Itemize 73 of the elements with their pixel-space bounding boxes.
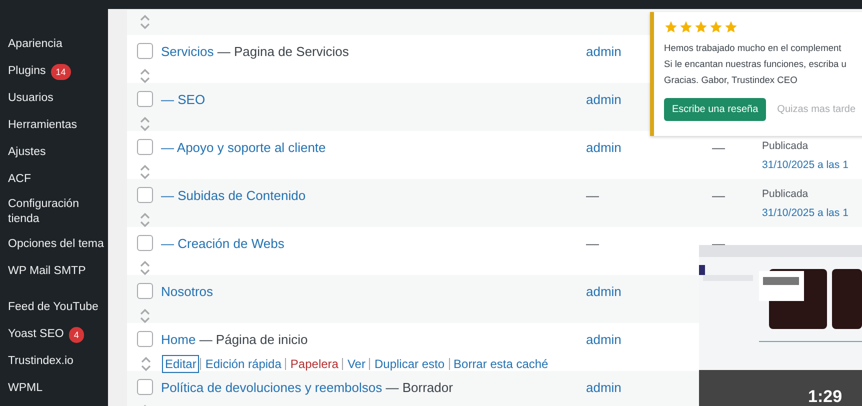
- date-text: 31/10/2025 a las 1: [762, 158, 850, 173]
- row-checkbox[interactable]: [137, 43, 153, 59]
- sort-icon[interactable]: [139, 212, 151, 228]
- status-text: Publicada: [762, 139, 810, 154]
- sidebar-item[interactable]: ACF: [0, 166, 108, 193]
- table-cell: —: [712, 140, 725, 155]
- table-cell: —: [712, 188, 725, 203]
- sidebar-item[interactable]: Yoast SEO 4: [0, 321, 108, 348]
- count-badge: 14: [50, 64, 71, 80]
- page-state: — Pagina de Servicios: [217, 44, 349, 59]
- author-cell: —: [586, 236, 599, 251]
- notice-text: Gracias. Gabor, Trustindex CEO: [664, 74, 798, 87]
- sidebar-item[interactable]: Opciones del tema: [0, 231, 108, 258]
- row-action-link[interactable]: Borrar esta caché: [452, 356, 550, 372]
- row-action-link[interactable]: Duplicar esto: [372, 356, 447, 372]
- page-title-link[interactable]: — Creación de Webs: [161, 236, 284, 251]
- sidebar-item[interactable]: Usuarios: [0, 85, 108, 112]
- row-checkbox[interactable]: [137, 187, 153, 203]
- date-text: 31/10/2025 a las 1: [762, 206, 850, 221]
- author-link[interactable]: admin: [586, 332, 622, 347]
- page-title-link[interactable]: Nosotros: [161, 284, 214, 299]
- row-checkbox[interactable]: [137, 139, 153, 155]
- table-cell: —: [712, 236, 725, 251]
- notice-text: Hemos trabajado mucho en el complement: [664, 42, 842, 55]
- row-action-link[interactable]: Edición rápida: [203, 356, 284, 372]
- author-link[interactable]: admin: [586, 44, 622, 59]
- sort-icon[interactable]: [139, 308, 151, 324]
- row-action-link[interactable]: Editar: [163, 356, 198, 372]
- page-title-link[interactable]: — SEO: [161, 92, 206, 107]
- sort-icon[interactable]: [140, 356, 152, 372]
- notice-text: Si le encantan nuestras funciones, escriba u: [664, 58, 848, 71]
- sidebar-item[interactable]: Configuración tienda: [0, 193, 78, 231]
- page-state: — Página de inicio: [199, 332, 308, 347]
- star-icon: [664, 20, 678, 34]
- page-title-link[interactable]: Home: [161, 332, 196, 347]
- page-title-link[interactable]: — Subidas de Contenido: [161, 188, 306, 203]
- sidebar-item[interactable]: WPML: [0, 375, 108, 402]
- author-cell: —: [586, 188, 599, 203]
- author-link[interactable]: admin: [586, 92, 622, 107]
- star-icon: [694, 20, 708, 34]
- row-checkbox[interactable]: [137, 283, 153, 299]
- count-badge: 4: [68, 326, 84, 342]
- page-title-link[interactable]: Servicios: [161, 44, 214, 59]
- row-action-link[interactable]: Ver: [345, 356, 368, 372]
- sort-icon[interactable]: [139, 116, 151, 132]
- sort-icon[interactable]: [139, 14, 151, 30]
- row-checkbox[interactable]: [137, 331, 153, 347]
- row-checkbox[interactable]: [137, 235, 153, 251]
- row-checkbox[interactable]: [137, 91, 153, 107]
- page-title-link[interactable]: — Apoyo y soporte al cliente: [161, 140, 326, 155]
- row-action-link[interactable]: Papelera: [288, 356, 340, 372]
- author-link[interactable]: admin: [586, 380, 622, 395]
- video-timestamp: 1:29: [808, 387, 842, 406]
- sort-icon[interactable]: [139, 68, 151, 84]
- star-icon: [709, 20, 723, 34]
- sidebar-item[interactable]: Herramientas: [0, 112, 108, 139]
- sidebar-item[interactable]: Trustindex.io: [0, 348, 108, 375]
- sort-icon[interactable]: [139, 260, 151, 276]
- sort-icon[interactable]: [139, 164, 151, 180]
- sidebar-item[interactable]: WP Mail SMTP: [0, 258, 108, 285]
- row-checkbox[interactable]: [137, 379, 153, 395]
- sidebar-item[interactable]: Plugins 14: [0, 58, 108, 85]
- page-state: — Borrador: [386, 380, 453, 395]
- write-review-button[interactable]: Escribe una reseña: [664, 98, 766, 121]
- star-icon: [724, 20, 738, 34]
- sidebar-item[interactable]: Feed de YouTube: [0, 294, 108, 321]
- star-icon: [679, 20, 693, 34]
- author-link[interactable]: admin: [586, 284, 622, 299]
- status-text: Publicada: [762, 187, 810, 202]
- sidebar-item[interactable]: Apariencia: [0, 31, 108, 58]
- sidebar-item[interactable]: Ajustes: [0, 139, 108, 166]
- author-link[interactable]: admin: [586, 140, 622, 155]
- page-title-link[interactable]: Política de devoluciones y reembolsos: [161, 380, 382, 395]
